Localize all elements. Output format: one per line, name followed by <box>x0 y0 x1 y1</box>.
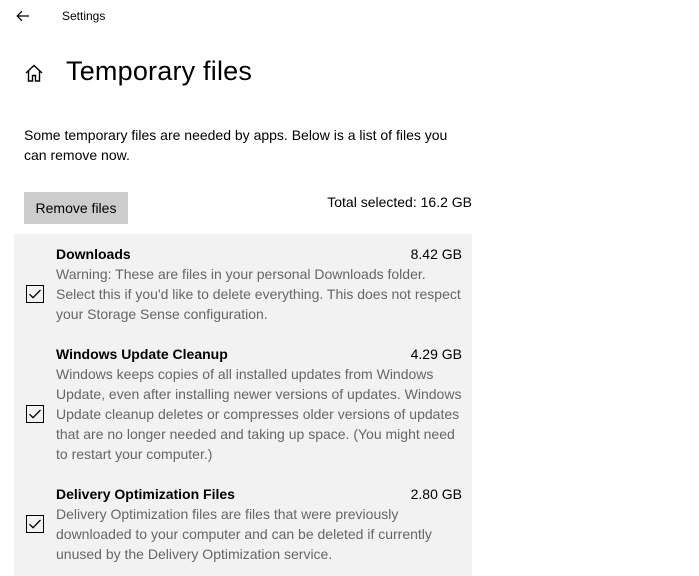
item-name: Downloads <box>56 246 131 262</box>
file-list-panel: Downloads 8.42 GB Warning: These are fil… <box>14 234 472 576</box>
app-title: Settings <box>62 9 106 23</box>
checkbox-windows-update-cleanup[interactable] <box>26 405 44 423</box>
list-item-delivery-optimization: Delivery Optimization Files 2.80 GB Deli… <box>14 484 472 576</box>
list-item-downloads: Downloads 8.42 GB Warning: These are fil… <box>14 244 472 336</box>
checkmark-icon <box>29 409 41 419</box>
item-description: Warning: These are files in your persona… <box>56 266 461 322</box>
remove-files-button[interactable]: Remove files <box>24 192 128 224</box>
item-name: Windows Update Cleanup <box>56 346 228 362</box>
title-bar: Settings <box>0 0 699 32</box>
checkmark-icon <box>29 519 41 529</box>
item-description: Windows keeps copies of all installed up… <box>56 366 462 462</box>
item-name: Delivery Optimization Files <box>56 486 235 502</box>
page-description: Some temporary files are needed by apps.… <box>24 127 448 163</box>
item-description: Delivery Optimization files are files th… <box>56 506 432 562</box>
back-arrow-icon <box>16 10 29 22</box>
checkmark-icon <box>29 289 41 299</box>
item-size: 4.29 GB <box>410 346 462 362</box>
item-size: 8.42 GB <box>410 246 462 262</box>
page-title: Temporary files <box>66 56 253 86</box>
checkbox-downloads[interactable] <box>26 285 44 303</box>
item-size: 2.80 GB <box>410 486 462 502</box>
back-button[interactable] <box>12 6 34 26</box>
total-selected-text: Total selected: 16.2 GB <box>327 194 472 210</box>
home-button[interactable] <box>22 62 46 84</box>
home-icon <box>25 64 43 82</box>
checkbox-delivery-optimization[interactable] <box>26 515 44 533</box>
list-item-windows-update-cleanup: Windows Update Cleanup 4.29 GB Windows k… <box>14 344 472 476</box>
